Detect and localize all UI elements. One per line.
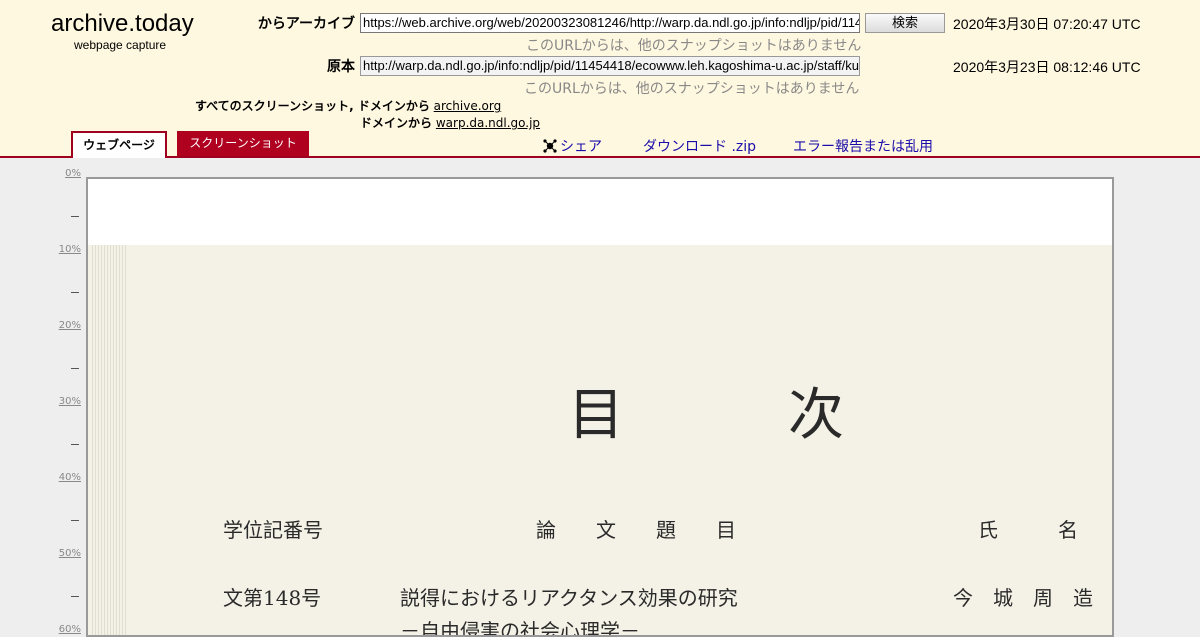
archive-header: archive.today webpage capture からアーカイブ ht… [0,0,1200,158]
ruler-mark-40[interactable]: 40% [59,472,81,483]
row1-title: 説得におけるリアクタンス効果の研究 [400,586,738,610]
archived-page-frame: 目 次 学位記番号 論 文 題 目 氏 名 文第148号 説得におけるリアクタン… [86,177,1114,637]
original-label: 原本 [327,59,355,75]
ruler-mark-20[interactable]: 20% [59,320,81,331]
no-other-snapshots-note-2: このURLからは、他のスナップショットはありません [524,81,860,97]
col-header-title: 論 文 題 目 [536,518,736,542]
site-tagline: webpage capture [74,38,167,52]
ruler-mark-30[interactable]: 30% [59,396,81,407]
row1-name: 今 城 周 造 [953,586,1093,610]
original-url-input[interactable]: http://warp.da.ndl.go.jp/info:ndljp/pid/… [360,56,860,76]
all-screenshots-row: すべてのスクリーンショット, ドメインから archive.org [195,97,501,114]
all-screenshots-label: すべてのスクリーンショット, ドメインから [195,99,430,113]
domain-label: ドメインから [360,116,433,130]
page-binding-edge [92,245,128,635]
row1-number: 文第148号 [223,586,322,610]
no-other-snapshots-note: このURLからは、他のスナップショットはありません [526,38,862,54]
doc-title-char-1: 目 [568,383,624,448]
scanned-document: 目 次 学位記番号 論 文 題 目 氏 名 文第148号 説得におけるリアクタン… [88,245,1112,637]
ruler-mark-50[interactable]: 50% [59,548,81,559]
archive-timestamp: 2020年3月30日 07:20:47 UTC [953,16,1141,32]
scroll-ruler: 0% 10% 20% 30% 40% 50% 60% [55,158,85,635]
site-logo[interactable]: archive.today [51,10,194,38]
report-abuse-link[interactable]: エラー報告または乱用 [793,136,933,156]
ruler-dash [71,292,79,293]
share-link[interactable]: シェア [543,136,602,156]
search-button[interactable]: 検索 [865,13,945,33]
doc-title-char-2: 次 [788,383,844,448]
ruler-dash [71,444,79,445]
ruler-dash [71,368,79,369]
ruler-mark-0[interactable]: 0% [65,168,81,179]
ruler-dash [71,596,79,597]
share-label: シェア [560,139,602,155]
ruler-mark-10[interactable]: 10% [59,244,81,255]
ruler-dash [71,520,79,521]
download-zip-link[interactable]: ダウンロード .zip [643,136,756,156]
domain-link-archive-org[interactable]: archive.org [434,99,502,113]
archive-url-input[interactable]: https://web.archive.org/web/202003230812… [360,13,860,33]
domain-link-warp[interactable]: warp.da.ndl.go.jp [436,116,540,130]
col-header-name: 氏 名 [978,518,1078,542]
row1-subtitle: －自由侵害の社会心理学－ [400,619,640,637]
tab-webpage[interactable]: ウェブページ [71,131,167,158]
ruler-dash [71,216,79,217]
archive-from-label: からアーカイブ [257,16,355,32]
domain-row: ドメインから warp.da.ndl.go.jp [360,114,540,131]
col-header-number: 学位記番号 [223,518,323,542]
share-icon [543,139,557,153]
original-timestamp: 2020年3月23日 08:12:46 UTC [953,59,1141,75]
tab-screenshot[interactable]: スクリーンショット [177,131,309,156]
